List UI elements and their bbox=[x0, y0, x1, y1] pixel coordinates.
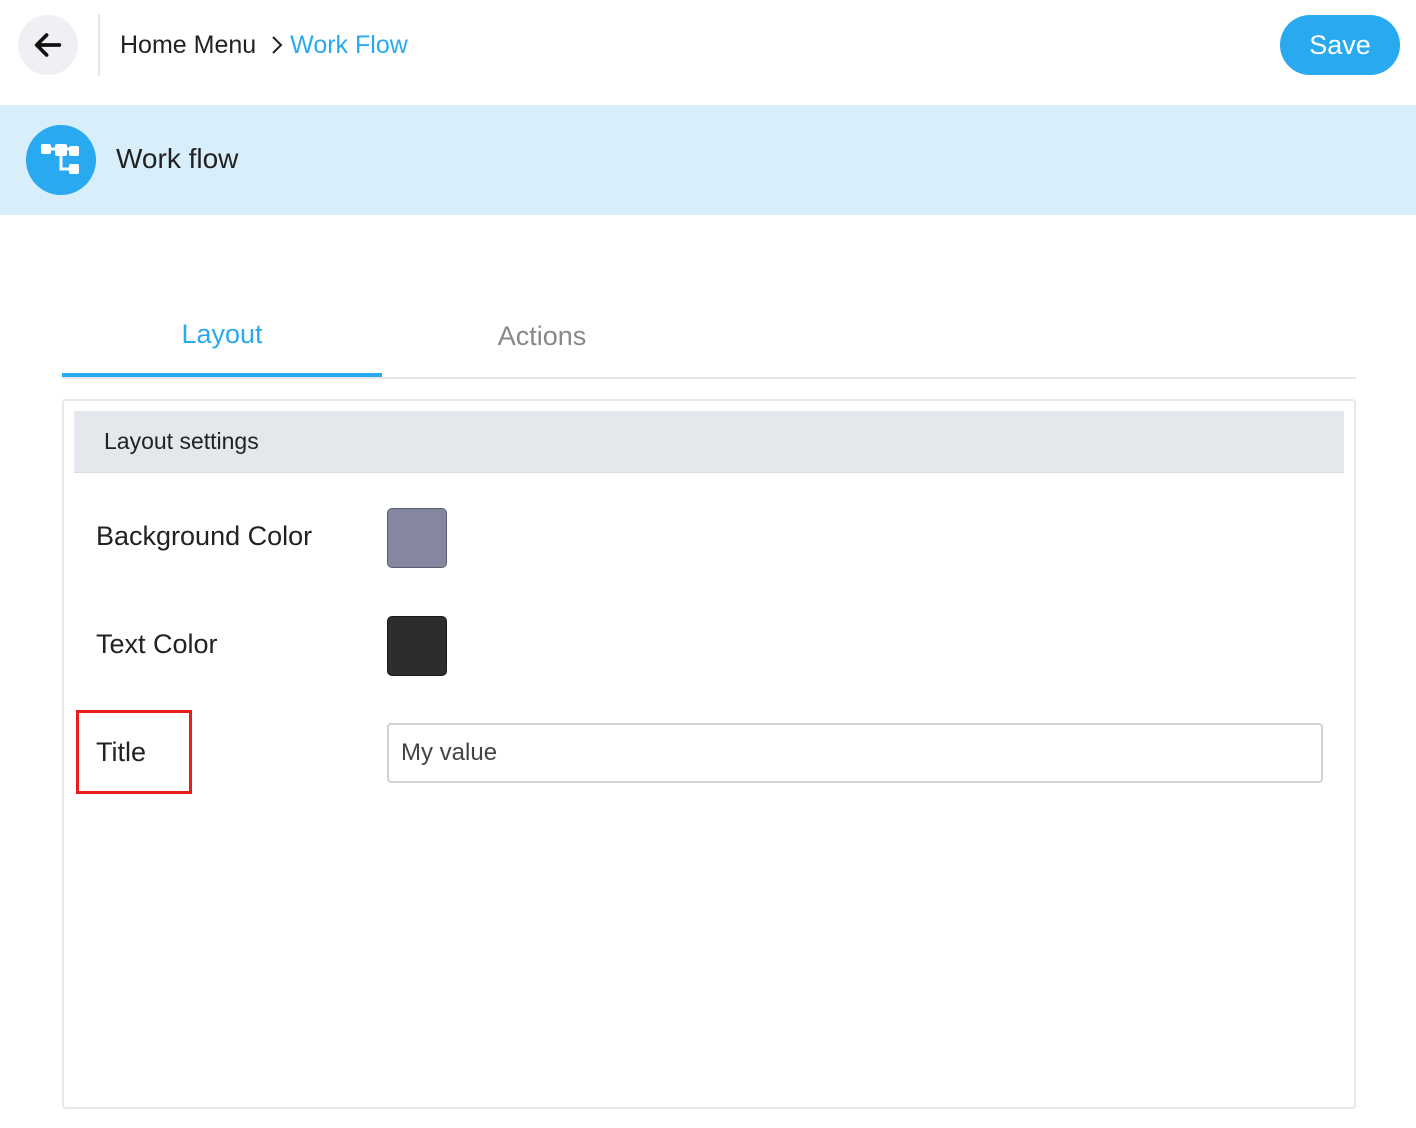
text-color-swatch[interactable] bbox=[387, 616, 447, 676]
page-banner: Work flow bbox=[0, 105, 1416, 215]
back-button[interactable] bbox=[18, 15, 78, 75]
workflow-icon bbox=[26, 125, 96, 195]
arrow-left-icon bbox=[34, 33, 62, 57]
tab-actions[interactable]: Actions bbox=[382, 295, 702, 377]
panel-header: Layout settings bbox=[74, 411, 1344, 473]
title-label: Title bbox=[96, 737, 147, 767]
background-color-swatch[interactable] bbox=[387, 508, 447, 568]
background-color-label: Background Color bbox=[96, 521, 313, 551]
breadcrumb-current-link[interactable]: Work Flow bbox=[290, 31, 408, 60]
page-title: Work flow bbox=[116, 143, 239, 174]
layout-settings-panel: Layout settings Background Color Text Co… bbox=[62, 399, 1356, 1109]
top-bar: Home Menu Work Flow Save bbox=[0, 0, 1416, 105]
breadcrumb-home-link[interactable]: Home Menu bbox=[120, 31, 256, 60]
text-color-label: Text Color bbox=[96, 629, 218, 659]
title-input[interactable] bbox=[387, 723, 1323, 783]
header-divider bbox=[98, 14, 100, 76]
chevron-right-icon bbox=[270, 34, 284, 56]
breadcrumb: Home Menu Work Flow bbox=[120, 28, 408, 62]
save-button[interactable]: Save bbox=[1280, 15, 1400, 75]
tab-bar: Layout Actions bbox=[62, 295, 1356, 379]
tab-layout[interactable]: Layout bbox=[62, 295, 382, 377]
